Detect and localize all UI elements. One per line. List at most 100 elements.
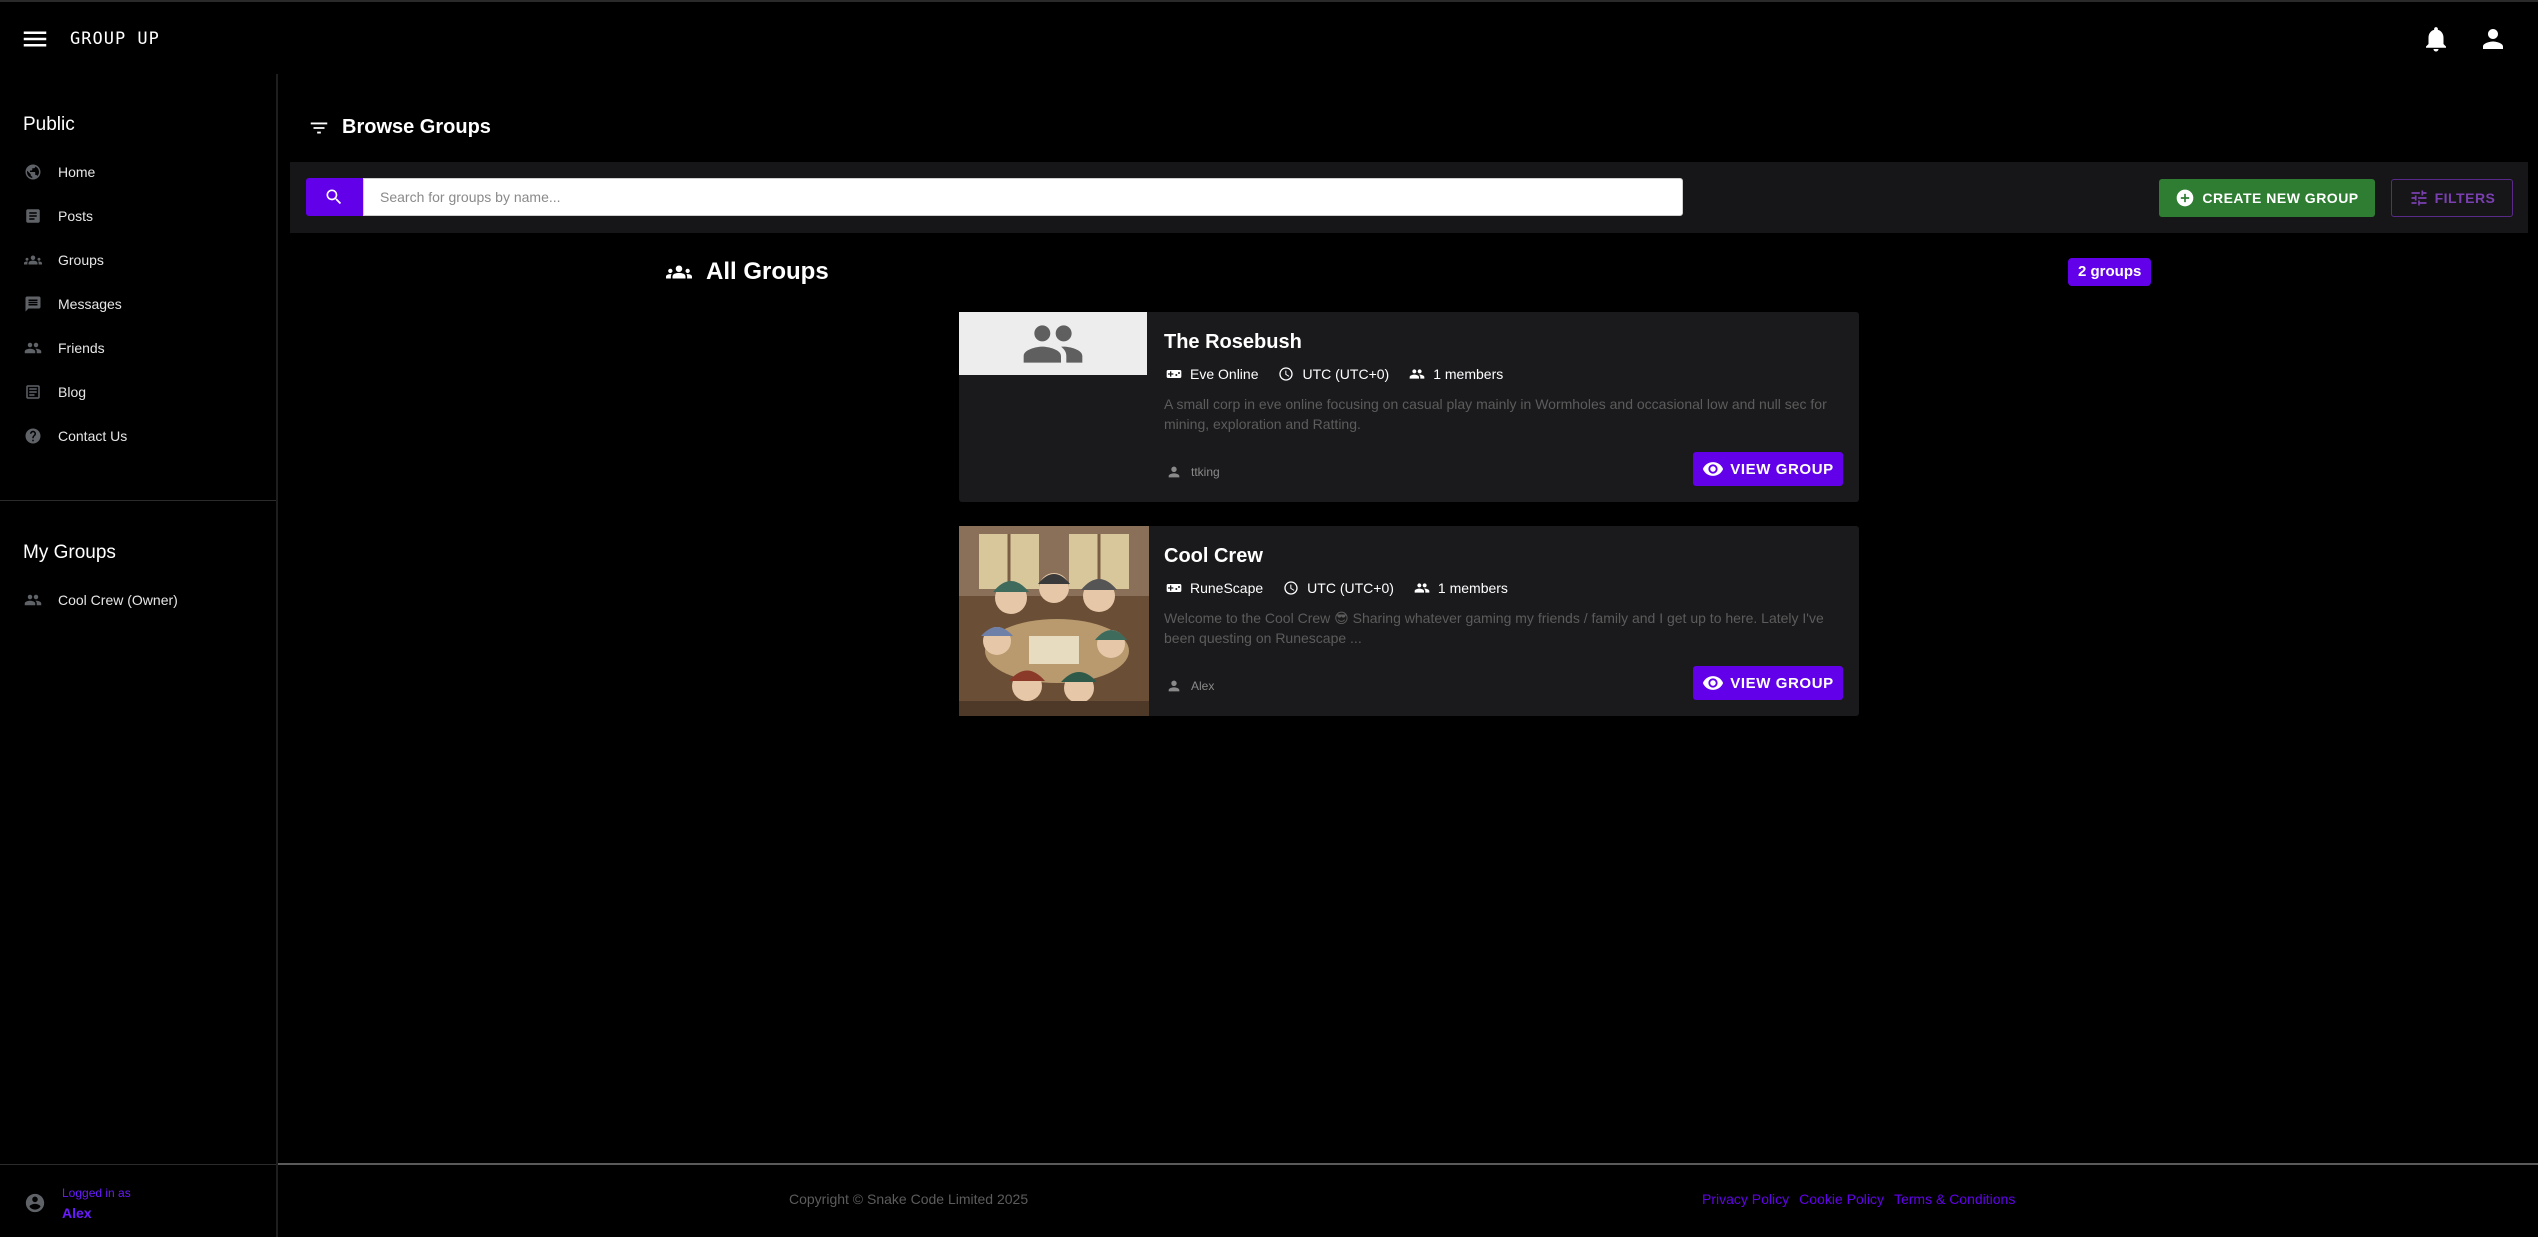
group-description: Welcome to the Cool Crew 😎 Sharing whate… bbox=[1164, 610, 1824, 646]
sidebar-item-label: Groups bbox=[58, 252, 104, 268]
group-description: A small corp in eve online focusing on c… bbox=[1164, 396, 1827, 432]
footer-links: Privacy Policy Cookie Policy Terms & Con… bbox=[1702, 1191, 2025, 1207]
help-icon bbox=[24, 427, 42, 445]
copyright-text: Copyright © Snake Code Limited 2025 bbox=[789, 1191, 1029, 1207]
group-cover-image bbox=[959, 526, 1149, 716]
sidebar-my-groups-title: My Groups bbox=[23, 542, 116, 563]
filter-list-icon bbox=[308, 117, 330, 139]
group-members-label: 1 members bbox=[1437, 580, 1508, 596]
search-toolbar: CREATE NEW GROUP FILTERS bbox=[290, 162, 2528, 233]
menu-icon[interactable] bbox=[20, 24, 50, 54]
tune-icon bbox=[2409, 188, 2429, 208]
group-game: RuneScape bbox=[1166, 580, 1263, 596]
all-groups-title: All Groups bbox=[706, 258, 829, 285]
group-card: Cool Crew RuneScape UTC (UTC+0) 1 member… bbox=[959, 526, 1859, 716]
app-brand[interactable]: GROUP UP bbox=[70, 29, 160, 49]
sidebar-item-posts[interactable]: Posts bbox=[0, 198, 276, 234]
clock-icon bbox=[1278, 366, 1294, 382]
group-timezone: UTC (UTC+0) bbox=[1278, 366, 1389, 382]
account-icon[interactable] bbox=[2478, 24, 2508, 54]
search-icon bbox=[326, 189, 342, 205]
group-timezone-label: UTC (UTC+0) bbox=[1307, 580, 1394, 596]
filters-button[interactable]: FILTERS bbox=[2391, 179, 2513, 217]
group-name[interactable]: The Rosebush bbox=[1164, 331, 1302, 354]
person-icon bbox=[1166, 464, 1182, 480]
group-members: 1 members bbox=[1409, 366, 1503, 382]
gamepad-icon bbox=[1166, 580, 1182, 596]
terms-conditions-link[interactable]: Terms & Conditions bbox=[1894, 1191, 2015, 1207]
view-group-label: VIEW GROUP bbox=[1730, 674, 1834, 692]
sidebar-item-label: Home bbox=[58, 164, 96, 180]
sidebar-item-home[interactable]: Home bbox=[0, 154, 276, 190]
sidebar: Public Home Posts Groups Messages Friend… bbox=[0, 74, 278, 1237]
group-card: The Rosebush Eve Online UTC (UTC+0) 1 me… bbox=[959, 312, 1859, 502]
account-circle-icon bbox=[24, 1192, 46, 1214]
sidebar-item-label: Contact Us bbox=[58, 428, 128, 444]
sidebar-divider bbox=[0, 500, 276, 501]
group-thumbnail bbox=[959, 526, 1149, 716]
eye-icon bbox=[1702, 458, 1724, 480]
groups-icon bbox=[24, 251, 42, 269]
people-icon bbox=[1023, 325, 1083, 363]
group-owner-name: ttking bbox=[1191, 465, 1220, 479]
message-icon bbox=[24, 295, 42, 313]
cookie-policy-link[interactable]: Cookie Policy bbox=[1799, 1191, 1884, 1207]
sidebar-item-messages[interactable]: Messages bbox=[0, 286, 276, 322]
privacy-policy-link[interactable]: Privacy Policy bbox=[1702, 1191, 1789, 1207]
sidebar-item-cool-crew[interactable]: Cool Crew (Owner) bbox=[0, 582, 276, 618]
group-owner: Alex bbox=[1166, 678, 1214, 694]
group-owner: ttking bbox=[1166, 464, 1220, 480]
view-group-button[interactable]: VIEW GROUP bbox=[1693, 666, 1843, 700]
logged-in-user[interactable]: Logged in as Alex bbox=[0, 1164, 276, 1237]
create-new-group-button[interactable]: CREATE NEW GROUP bbox=[2159, 179, 2375, 217]
gamepad-icon bbox=[1166, 366, 1182, 382]
group-meta: RuneScape UTC (UTC+0) 1 members bbox=[1166, 580, 1528, 596]
group-owner-name: Alex bbox=[1191, 679, 1215, 693]
logged-in-username[interactable]: Alex bbox=[62, 1205, 92, 1221]
notifications-bell-icon[interactable] bbox=[2421, 24, 2451, 54]
groups-icon bbox=[666, 259, 692, 285]
group-timezone-label: UTC (UTC+0) bbox=[1302, 366, 1390, 382]
view-group-label: VIEW GROUP bbox=[1730, 460, 1834, 478]
group-count-badge: 2 groups bbox=[2068, 258, 2152, 286]
page-title: Browse Groups bbox=[308, 116, 491, 139]
clock-icon bbox=[1283, 580, 1299, 596]
group-game-label: RuneScape bbox=[1190, 580, 1264, 596]
sidebar-item-label: Blog bbox=[58, 384, 87, 400]
sidebar-item-label: Friends bbox=[58, 340, 105, 356]
group-name[interactable]: Cool Crew bbox=[1164, 545, 1263, 568]
group-placeholder-image bbox=[959, 312, 1147, 375]
view-group-button[interactable]: VIEW GROUP bbox=[1693, 452, 1843, 486]
group-timezone: UTC (UTC+0) bbox=[1283, 580, 1394, 596]
group-thumbnail bbox=[959, 312, 1149, 502]
group-game: Eve Online bbox=[1166, 366, 1258, 382]
sidebar-item-blog[interactable]: Blog bbox=[0, 374, 276, 410]
sidebar-item-label: Posts bbox=[58, 208, 94, 224]
sidebar-item-label: Cool Crew (Owner) bbox=[58, 592, 178, 608]
sidebar-item-contact-us[interactable]: Contact Us bbox=[0, 418, 276, 454]
footer: Copyright © Snake Code Limited 2025 Priv… bbox=[278, 1163, 2538, 1237]
filters-label: FILTERS bbox=[2434, 190, 2496, 206]
group-members: 1 members bbox=[1414, 580, 1508, 596]
sidebar-item-friends[interactable]: Friends bbox=[0, 330, 276, 366]
search-button[interactable] bbox=[306, 178, 363, 216]
all-groups-heading: All Groups bbox=[666, 258, 829, 286]
people-icon bbox=[1414, 580, 1430, 596]
top-app-bar: GROUP UP bbox=[0, 0, 2538, 74]
people-icon bbox=[1409, 366, 1425, 382]
sidebar-item-groups[interactable]: Groups bbox=[0, 242, 276, 278]
eye-icon bbox=[1702, 672, 1724, 694]
logged-in-label: Logged in as bbox=[62, 1186, 131, 1200]
article-icon bbox=[24, 207, 42, 225]
group-game-label: Eve Online bbox=[1190, 366, 1259, 382]
group-meta: Eve Online UTC (UTC+0) 1 members bbox=[1166, 366, 1523, 382]
sidebar-public-title: Public bbox=[23, 114, 75, 135]
group-members-label: 1 members bbox=[1433, 366, 1504, 382]
blog-icon bbox=[24, 383, 42, 401]
add-circle-icon bbox=[2175, 188, 2195, 208]
page-title-text: Browse Groups bbox=[342, 116, 491, 138]
person-icon bbox=[1166, 678, 1182, 694]
create-new-group-label: CREATE NEW GROUP bbox=[2202, 190, 2359, 206]
people-icon bbox=[24, 339, 42, 357]
search-input[interactable] bbox=[363, 178, 1683, 216]
